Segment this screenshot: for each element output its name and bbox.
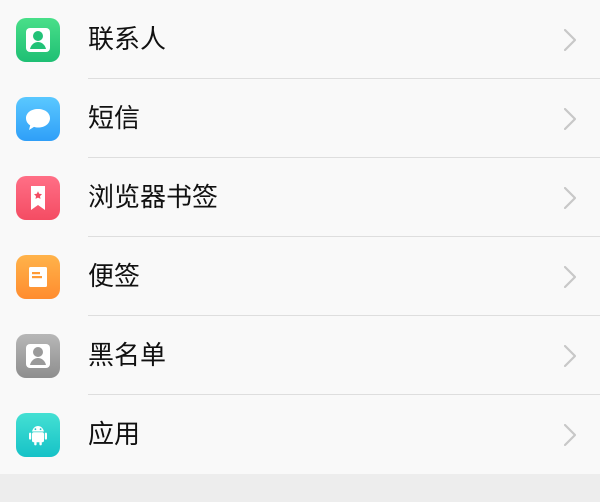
message-icon <box>16 96 60 141</box>
chevron-right-icon <box>564 107 576 130</box>
bookmark-icon <box>16 175 60 220</box>
list-item-messages[interactable]: 短信 <box>0 79 600 158</box>
item-label: 黑名单 <box>88 340 167 371</box>
chevron-right-icon <box>564 344 576 367</box>
list-item-contacts[interactable]: 联系人 <box>0 0 600 79</box>
item-label: 应用 <box>88 419 141 450</box>
chevron-right-icon <box>564 28 576 51</box>
blacklist-icon <box>16 333 60 378</box>
android-icon <box>16 412 60 457</box>
item-label: 联系人 <box>88 24 167 55</box>
chevron-right-icon <box>564 423 576 446</box>
list-item-notes[interactable]: 便签 <box>0 237 600 316</box>
list-item-browser-bookmarks[interactable]: 浏览器书签 <box>0 158 600 237</box>
contact-icon <box>16 17 60 62</box>
item-label: 短信 <box>88 103 141 134</box>
item-label: 便签 <box>88 261 141 292</box>
bottom-background <box>0 474 600 502</box>
item-label: 浏览器书签 <box>88 182 219 213</box>
chevron-right-icon <box>564 186 576 209</box>
note-icon <box>16 254 60 299</box>
chevron-right-icon <box>564 265 576 288</box>
list-item-apps[interactable]: 应用 <box>0 395 600 474</box>
list-item-blacklist[interactable]: 黑名单 <box>0 316 600 395</box>
settings-list: 联系人 短信 浏览器书签 便签 黑名单 应用 <box>0 0 600 474</box>
